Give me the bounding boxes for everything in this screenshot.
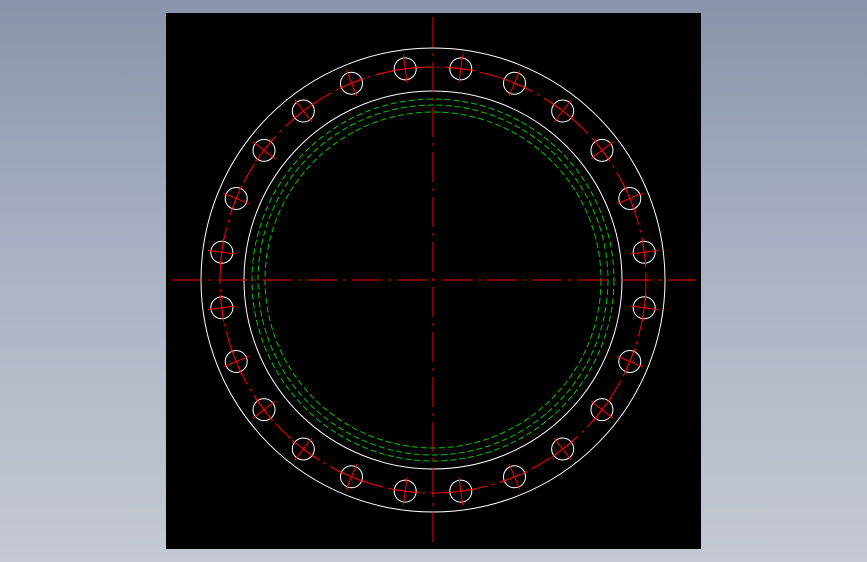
bolt-hole-center-mark [501, 77, 528, 90]
bolt-hole-center-mark [255, 138, 273, 162]
bolt-hole-center-mark [551, 440, 575, 458]
bolt-hole-center-mark [230, 348, 243, 375]
bolt-hole-center-mark [501, 470, 528, 483]
bolt-hole-center-mark [623, 185, 636, 212]
bolt-hole-center-mark [255, 398, 273, 422]
bolt-hole-center-mark [230, 185, 243, 212]
bolt-hole-center-mark [593, 398, 611, 422]
bolt-hole-center-mark [291, 440, 315, 458]
bolt-hole-center-mark [551, 102, 575, 120]
bolt-hole-center-mark [623, 348, 636, 375]
bolt-hole-center-mark [338, 77, 365, 90]
bolt-hole-center-mark [338, 470, 365, 483]
bolt-hole-center-mark [593, 138, 611, 162]
flange-drawing [172, 17, 696, 543]
bolt-hole-center-mark [291, 102, 315, 120]
cad-viewport[interactable] [166, 13, 701, 549]
